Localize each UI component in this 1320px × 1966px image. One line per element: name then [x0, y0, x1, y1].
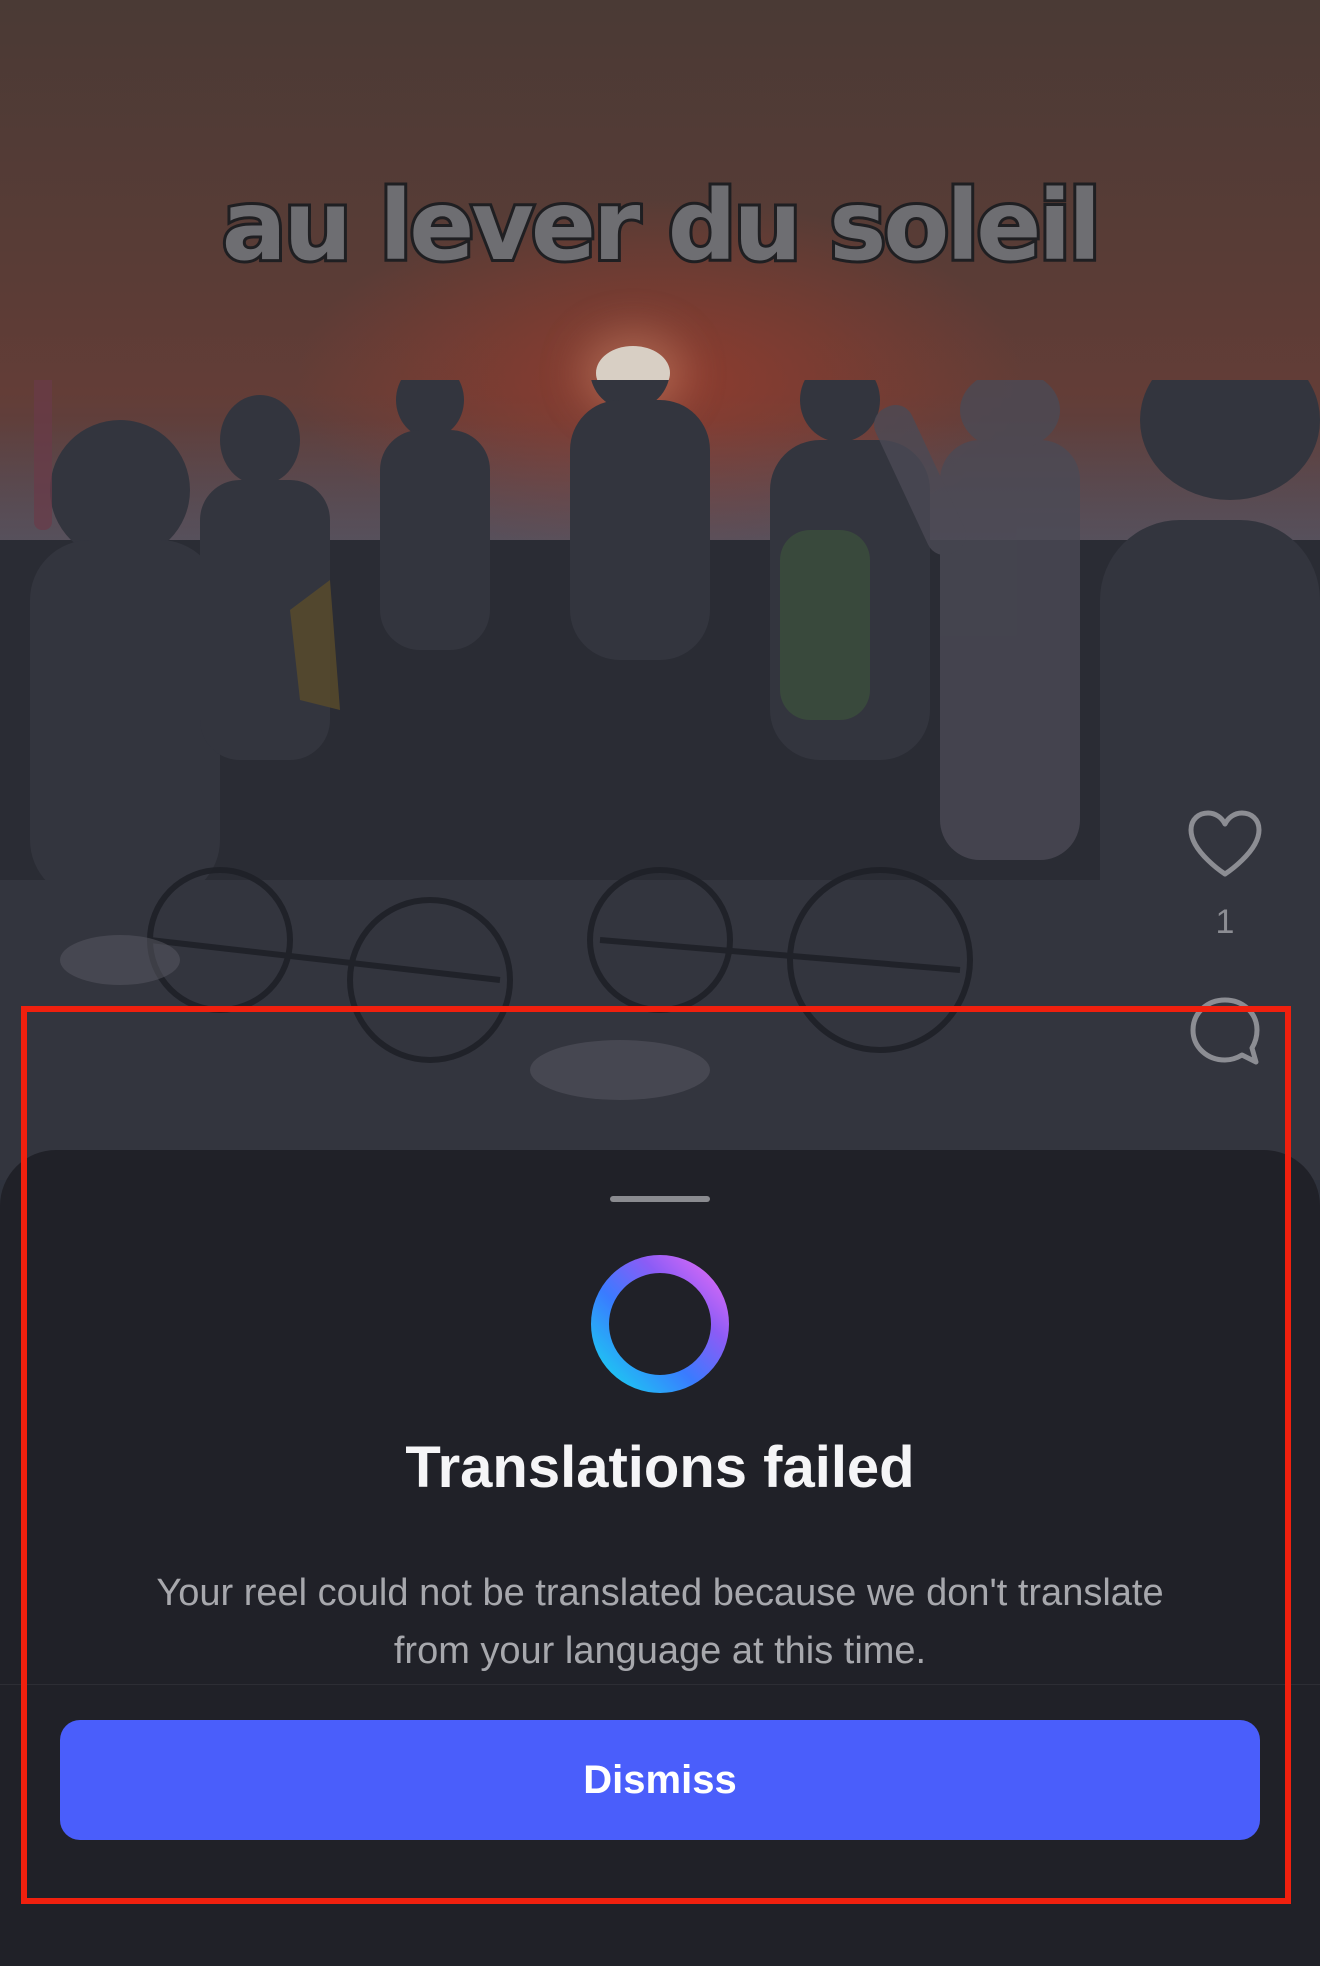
reel-caption-text: au lever du soleil — [219, 167, 1104, 285]
translation-failed-sheet: Translations failed Your reel could not … — [0, 1150, 1320, 1966]
dismiss-button[interactable]: Dismiss — [60, 1720, 1260, 1840]
crowd-silhouettes-image — [0, 380, 1320, 1180]
reel-side-actions: 1 — [1180, 808, 1270, 1073]
heart-icon[interactable] — [1185, 808, 1265, 885]
sheet-grabber-handle[interactable] — [610, 1196, 710, 1202]
sheet-divider — [0, 1684, 1320, 1685]
comment-bubble-icon[interactable] — [1187, 994, 1263, 1073]
sheet-message: Your reel could not be translated becaus… — [156, 1572, 1164, 1672]
screen: au lever du soleil 1 Translations failed… — [0, 0, 1320, 1966]
sheet-title: Translations failed — [405, 1435, 915, 1500]
gradient-ring-icon — [591, 1255, 729, 1393]
like-count[interactable]: 1 — [1216, 903, 1235, 942]
